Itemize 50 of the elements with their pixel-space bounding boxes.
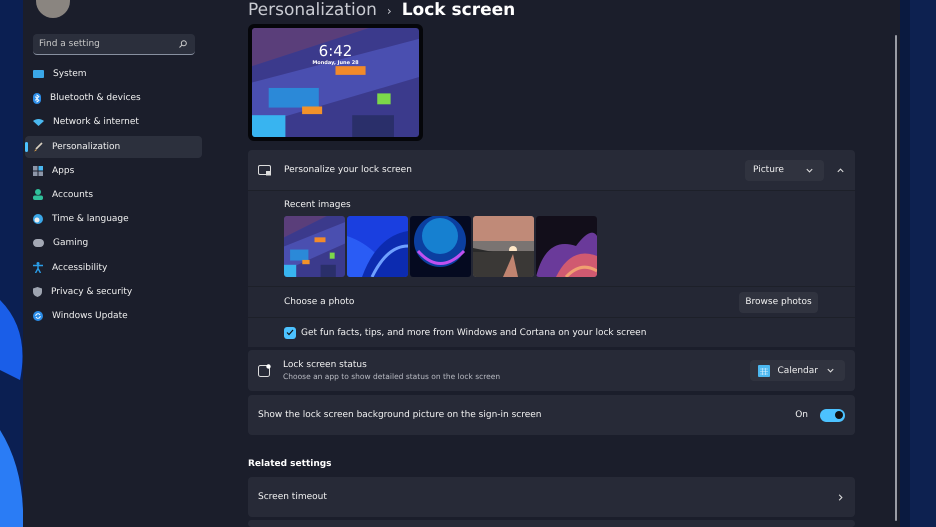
sidebar-item[interactable]: Privacy & security xyxy=(25,280,202,303)
gamepad-icon xyxy=(33,239,44,248)
chevron-up-icon xyxy=(836,166,845,174)
calendar-icon xyxy=(758,364,770,376)
setting-label: Show the lock screen background picture on the sign-in screen xyxy=(258,410,542,420)
checkbox-label: Get fun facts, tips, and more from Windows and Cortana on your lock screen xyxy=(301,328,646,338)
brush-icon xyxy=(33,142,43,152)
bluetooth-icon xyxy=(33,92,41,104)
monitor-icon xyxy=(33,70,44,78)
toggle-switch[interactable] xyxy=(820,408,845,422)
chevron-right-icon xyxy=(836,492,845,502)
update-icon xyxy=(33,310,43,321)
status-icon xyxy=(258,364,271,377)
sidebar-item[interactable]: System xyxy=(25,63,202,85)
setting-title: Personalize your lock screen xyxy=(284,165,412,175)
chevron-down-icon xyxy=(826,366,835,375)
scrollbar[interactable] xyxy=(895,35,897,521)
dropdown[interactable]: Calendar xyxy=(750,360,845,381)
sidebar-item[interactable]: Gaming xyxy=(25,232,202,254)
sidebar-item[interactable]: Bluetooth & devices xyxy=(25,87,202,110)
link-card[interactable]: Screen timeout xyxy=(248,477,855,517)
checkbox[interactable] xyxy=(284,326,296,338)
toggle-state: On xyxy=(795,410,808,420)
accessibility-icon xyxy=(33,262,43,273)
sidebar-item[interactable]: Windows Update xyxy=(25,304,202,327)
link-label: Screen timeout xyxy=(258,492,327,502)
sidebar-item[interactable]: Time & language xyxy=(25,208,202,230)
dropdown[interactable]: Picture xyxy=(745,160,824,180)
sidebar-item[interactable]: Personalization xyxy=(25,136,202,158)
preview-time: 6:42 xyxy=(318,42,352,60)
breadcrumb-separator: › xyxy=(386,4,392,18)
apps-icon xyxy=(33,166,43,176)
sidebar-item[interactable]: Accessibility xyxy=(25,256,202,278)
setting-label: Choose a photo xyxy=(284,297,354,307)
clock-globe-icon xyxy=(33,214,43,224)
sidebar-item[interactable]: Apps xyxy=(25,160,202,182)
lock-screen-icon xyxy=(258,164,272,176)
shield-icon xyxy=(33,286,42,297)
browse-button[interactable]: Browse photos xyxy=(739,292,818,312)
wifi-icon xyxy=(33,118,44,126)
setting-title: Lock screen status xyxy=(283,360,368,370)
page-title: Lock screen xyxy=(402,0,516,20)
sidebar-item[interactable]: Accounts xyxy=(25,184,202,206)
breadcrumb-parent[interactable]: Personalization xyxy=(248,0,377,20)
section-label: Recent images xyxy=(284,200,352,210)
sidebar-item[interactable]: Network & internet xyxy=(25,111,202,134)
search-icon xyxy=(179,40,187,48)
person-icon xyxy=(33,189,43,200)
section-heading: Related settings xyxy=(248,459,333,469)
search-field[interactable]: Find a setting xyxy=(33,34,195,55)
